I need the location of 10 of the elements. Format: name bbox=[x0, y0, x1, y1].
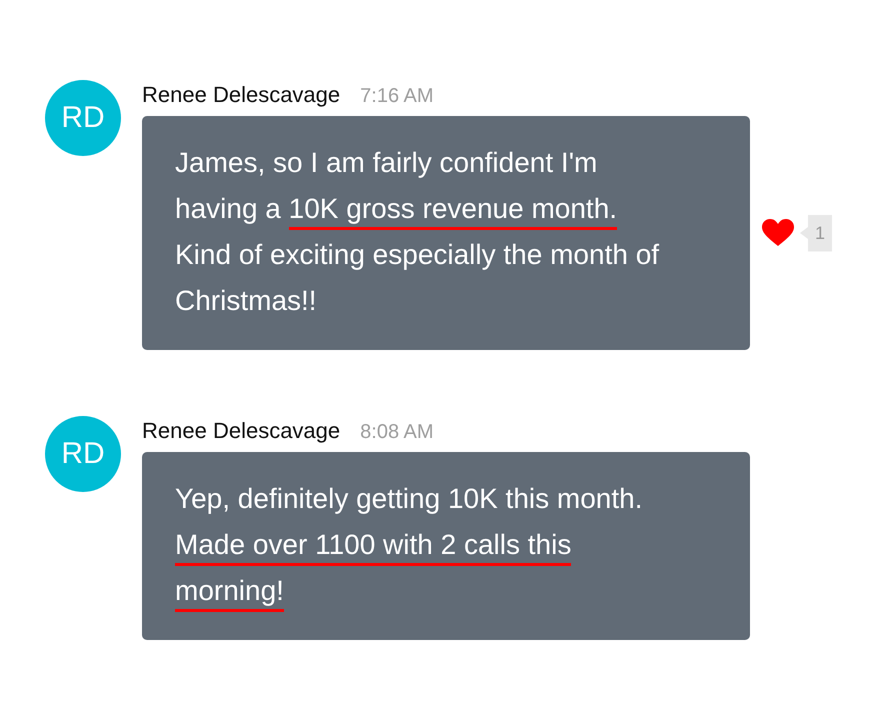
message-bubble: Yep, definitely getting 10K this month. Made over 1100 with 2 calls this morning! bbox=[142, 452, 750, 640]
message-time: 7:16 AM bbox=[360, 85, 434, 108]
heart-icon bbox=[762, 219, 794, 247]
avatar: RD bbox=[45, 416, 121, 492]
message-time: 8:08 AM bbox=[360, 421, 434, 444]
author-name: Renee Delescavage bbox=[142, 82, 340, 108]
reaction-count[interactable]: 1 bbox=[800, 214, 832, 252]
author-name: Renee Delescavage bbox=[142, 418, 340, 444]
avatar: RD bbox=[45, 80, 121, 156]
message-bubble: James, so I am fairly confident I'm having a 10K gross revenue month. Kind of exciting especially the month of Christmas!! bbox=[142, 116, 750, 350]
